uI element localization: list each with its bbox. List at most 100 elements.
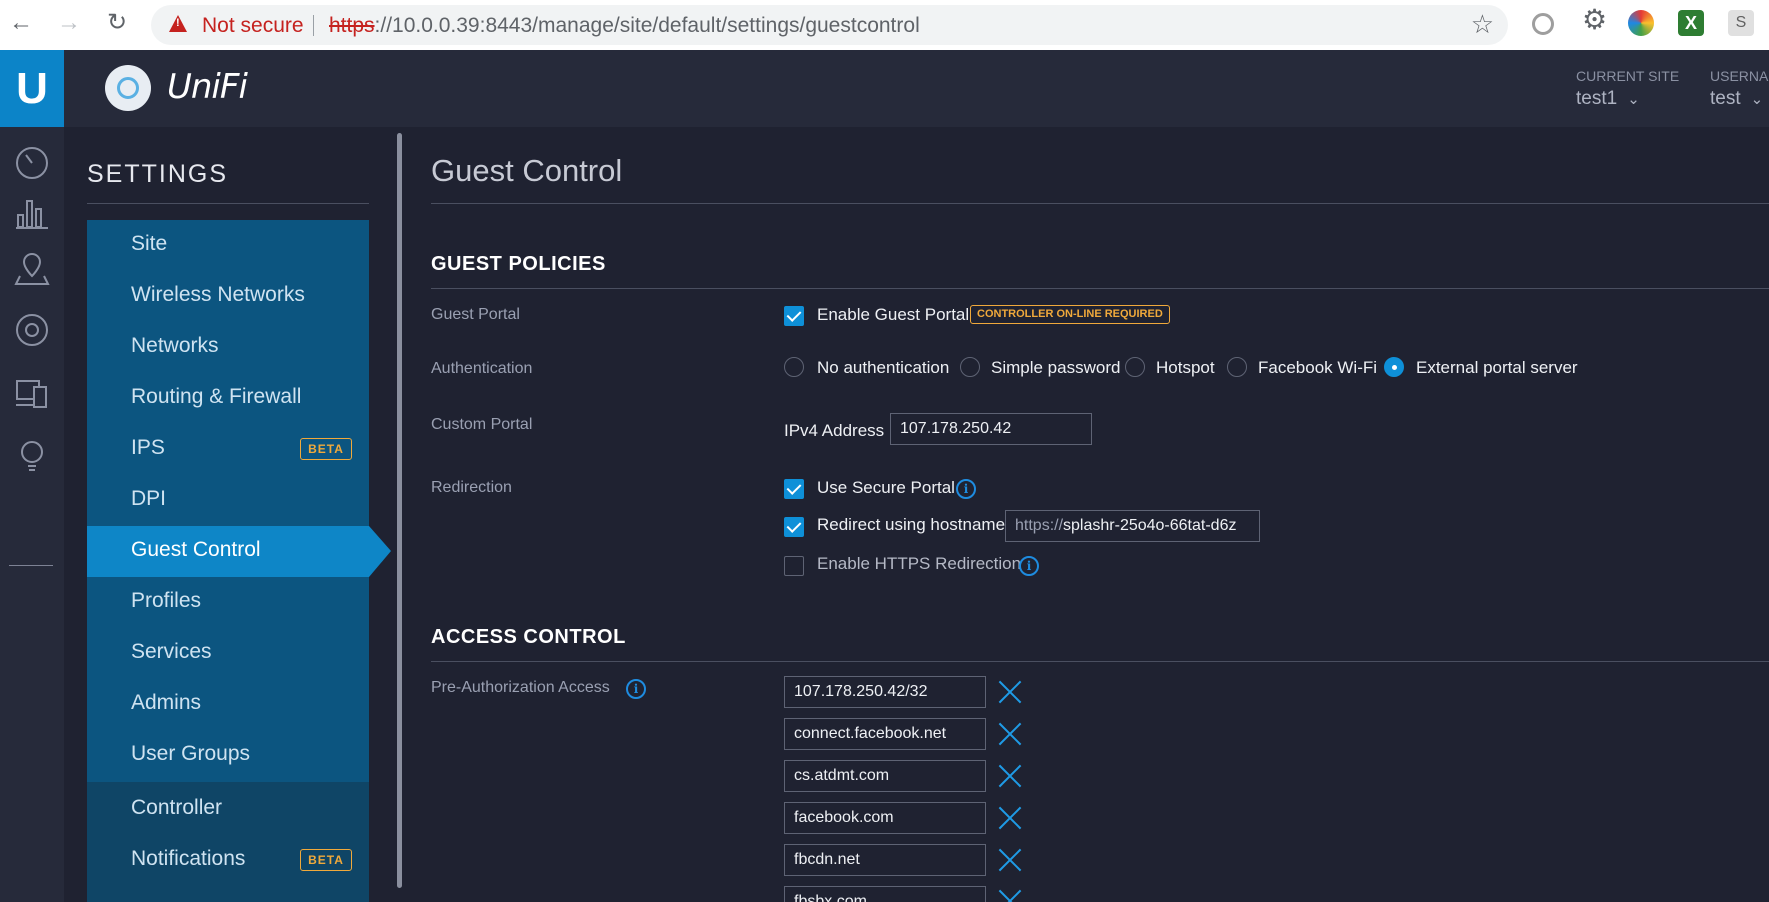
url-text[interactable]: https://10.0.0.39:8443/manage/site/defau…: [329, 14, 920, 38]
map-icon[interactable]: [8, 250, 56, 294]
auth-radio-facebook-wifi[interactable]: [1227, 357, 1247, 377]
profile-avatar[interactable]: S: [1728, 10, 1754, 36]
remove-entry-icon[interactable]: [997, 847, 1023, 873]
pre-auth-entry-input[interactable]: connect.facebook.net: [784, 718, 986, 750]
insights-bulb-icon[interactable]: [8, 438, 56, 482]
settings-divider: [87, 203, 369, 204]
use-secure-portal-checkbox[interactable]: [784, 479, 804, 499]
redirection-label: Redirection: [431, 479, 512, 496]
controller-online-badge: CONTROLLER ON-LINE REQUIRED: [970, 305, 1170, 324]
hostname-value: splashr-25o4o-66tat-d6z: [1063, 517, 1237, 534]
forward-icon[interactable]: →: [54, 8, 84, 38]
auth-option-no-authentication[interactable]: No authentication: [817, 358, 949, 378]
auth-radio-simple-password[interactable]: [960, 357, 980, 377]
enable-guest-portal-checkbox[interactable]: [784, 306, 804, 326]
https-redirection-info-icon[interactable]: i: [1019, 556, 1039, 576]
username-label: USERNAME: [1710, 68, 1769, 84]
page-title: Guest Control: [431, 153, 623, 188]
devices-icon[interactable]: [8, 312, 56, 356]
browser-toolbar: ← → ↻ Not secure https://10.0.0.39:8443/…: [0, 0, 1769, 50]
app-header: UniFi CURRENT SITE test1 ⌄ USERNAME test ⌄: [64, 50, 1769, 127]
auth-option-facebook-wifi[interactable]: Facebook Wi-Fi: [1258, 358, 1377, 378]
menu-item-notifications[interactable]: Notifications: [131, 847, 245, 871]
auth-radio-external-portal[interactable]: [1384, 357, 1404, 377]
bookmark-star-icon[interactable]: ☆: [1471, 9, 1494, 40]
unifi-logo-icon[interactable]: U: [0, 50, 64, 127]
pre-auth-entry-input[interactable]: 107.178.250.42/32: [784, 676, 986, 708]
menu-item-controller[interactable]: Controller: [131, 796, 222, 820]
auth-radio-no-authentication[interactable]: [784, 357, 804, 377]
chevron-down-icon: ⌄: [1750, 91, 1764, 108]
username-value: test: [1710, 88, 1741, 109]
remove-entry-icon[interactable]: [997, 805, 1023, 831]
redirect-hostname-input[interactable]: https://splashr-25o4o-66tat-d6z: [1005, 510, 1260, 542]
auth-option-simple-password[interactable]: Simple password: [991, 358, 1120, 378]
remove-entry-icon[interactable]: [997, 679, 1023, 705]
extension-circle-icon[interactable]: [1532, 13, 1554, 35]
remove-entry-icon[interactable]: [997, 721, 1023, 747]
auth-option-external-portal[interactable]: External portal server: [1416, 358, 1578, 378]
access-control-divider: [431, 661, 1769, 662]
menu-item-user-groups[interactable]: User Groups: [131, 742, 250, 766]
extension-color-icon[interactable]: [1628, 10, 1654, 36]
secure-portal-info-icon[interactable]: i: [956, 479, 976, 499]
auth-option-hotspot[interactable]: Hotspot: [1156, 358, 1215, 378]
menu-item-services[interactable]: Services: [131, 640, 212, 664]
access-control-heading: ACCESS CONTROL: [431, 626, 626, 648]
username-selector[interactable]: test ⌄: [1710, 88, 1763, 110]
guest-policies-heading: GUEST POLICIES: [431, 253, 606, 275]
menu-item-wireless-networks[interactable]: Wireless Networks: [131, 283, 305, 307]
enable-https-redirection-label[interactable]: Enable HTTPS Redirection: [817, 554, 1021, 574]
address-bar[interactable]: Not secure https://10.0.0.39:8443/manage…: [151, 5, 1508, 45]
ipv4-address-label: IPv4 Address: [784, 421, 885, 440]
back-icon[interactable]: ←: [6, 8, 36, 38]
auth-radio-hotspot[interactable]: [1125, 357, 1145, 377]
menu-item-networks[interactable]: Networks: [131, 334, 219, 358]
icon-rail: U: [0, 50, 64, 902]
title-divider: [431, 203, 1769, 204]
warning-icon: [169, 15, 187, 32]
ips-beta-badge: BETA: [300, 438, 352, 460]
pre-auth-entry-input[interactable]: cs.atdmt.com: [784, 760, 986, 792]
reload-icon[interactable]: ↻: [102, 8, 132, 38]
pre-authorization-label: Pre-Authorization Access: [431, 679, 610, 696]
menu-item-dpi[interactable]: DPI: [131, 487, 166, 511]
menu-item-profiles[interactable]: Profiles: [131, 589, 201, 613]
menu-item-guest-control[interactable]: Guest Control: [131, 538, 261, 562]
address-divider: [313, 15, 314, 36]
extension-x-icon[interactable]: X: [1678, 10, 1704, 36]
pre-authorization-info-icon[interactable]: i: [626, 679, 646, 699]
menu-item-routing-firewall[interactable]: Routing & Firewall: [131, 385, 301, 409]
url-protocol: https: [329, 14, 375, 37]
remove-entry-icon[interactable]: [997, 763, 1023, 789]
menu-item-admins[interactable]: Admins: [131, 691, 201, 715]
enable-https-redirection-checkbox[interactable]: [784, 556, 804, 576]
menu-item-site[interactable]: Site: [131, 232, 167, 256]
pre-auth-entry-input[interactable]: fbsbx.com: [784, 886, 986, 902]
brand-name: UniFi: [167, 67, 248, 107]
enable-guest-portal-label[interactable]: Enable Guest Portal: [817, 305, 969, 325]
menu-item-ips[interactable]: IPS: [131, 436, 165, 460]
settings-title: SETTINGS: [87, 160, 229, 188]
dashboard-icon[interactable]: [8, 145, 56, 189]
statistics-icon[interactable]: [8, 195, 56, 239]
settings-scrollbar[interactable]: [397, 133, 402, 888]
chevron-down-icon: ⌄: [1627, 91, 1640, 108]
pre-auth-entry-input[interactable]: facebook.com: [784, 802, 986, 834]
extension-gear-icon[interactable]: ⚙: [1582, 6, 1608, 34]
settings-menu-secondary: [87, 782, 369, 902]
hostname-prefix: https://: [1015, 517, 1064, 534]
current-site-selector[interactable]: test1 ⌄: [1576, 88, 1640, 110]
clients-icon[interactable]: [8, 375, 56, 419]
redirect-hostname-checkbox[interactable]: [784, 517, 804, 537]
url-path: ://10.0.0.39:8443/manage/site/default/se…: [374, 14, 920, 37]
custom-portal-label: Custom Portal: [431, 416, 533, 433]
redirect-hostname-label[interactable]: Redirect using hostname: [817, 515, 1005, 535]
pre-auth-entry-input[interactable]: fbcdn.net: [784, 844, 986, 876]
authentication-label: Authentication: [431, 360, 533, 377]
remove-entry-icon[interactable]: [997, 888, 1023, 902]
ipv4-address-input[interactable]: 107.178.250.42: [890, 413, 1092, 445]
use-secure-portal-label[interactable]: Use Secure Portal: [817, 478, 955, 498]
rail-divider: [9, 565, 53, 566]
security-warning[interactable]: Not secure: [202, 14, 304, 38]
